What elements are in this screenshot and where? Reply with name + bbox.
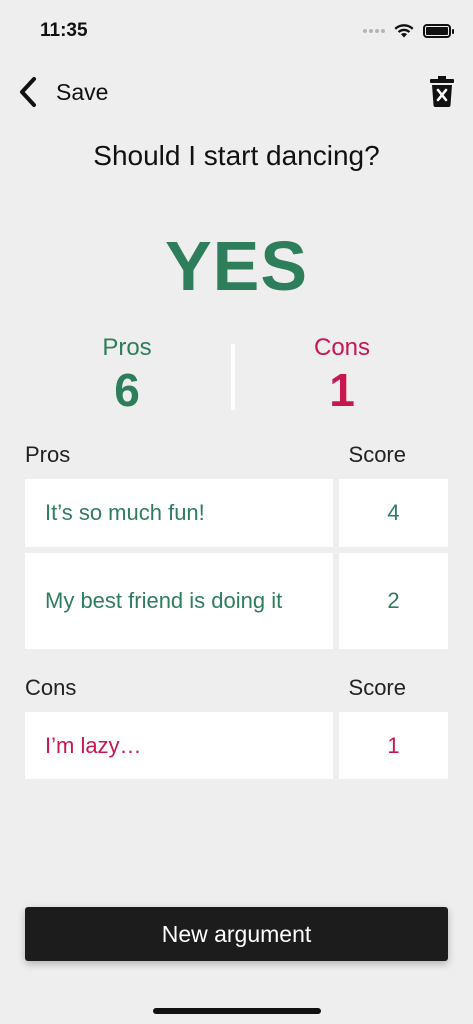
con-argument-text[interactable]: I’m lazy… <box>25 712 333 779</box>
verdict-text: YES <box>164 227 309 305</box>
chevron-left-icon <box>20 77 36 107</box>
pros-total: Pros 6 <box>47 334 207 416</box>
new-argument-button[interactable]: New argument <box>25 907 448 961</box>
pro-argument-text[interactable]: It’s so much fun! <box>25 479 333 547</box>
battery-icon <box>423 24 454 38</box>
pros-section-header: Pros Score <box>25 442 448 468</box>
totals-summary: Pros 6 Cons 1 <box>0 334 473 416</box>
trash-icon <box>430 76 454 107</box>
delete-button[interactable] <box>429 75 455 107</box>
wifi-icon <box>394 24 414 38</box>
back-label: Save <box>56 78 109 105</box>
cons-total-label: Cons <box>313 334 371 361</box>
cons-total: Cons 1 <box>262 334 422 416</box>
pro-argument-score[interactable]: 2 <box>339 553 448 649</box>
status-icons <box>363 20 454 42</box>
nav-bar: Save <box>0 70 473 114</box>
status-time: 11:35 <box>40 20 88 41</box>
back-button[interactable]: Save <box>18 74 108 110</box>
totals-divider <box>231 344 235 410</box>
cellular-icon <box>363 29 385 33</box>
pros-header-label: Pros <box>25 442 71 467</box>
pros-score-header: Score <box>348 442 406 467</box>
home-indicator[interactable] <box>153 1008 321 1014</box>
pros-total-value: 6 <box>114 364 140 416</box>
question-title: Should I start dancing? <box>93 140 380 171</box>
cons-total-value: 1 <box>329 364 355 416</box>
pro-argument-text[interactable]: My best friend is doing it <box>25 553 333 649</box>
pro-argument-score[interactable]: 4 <box>339 479 448 547</box>
con-argument-score[interactable]: 1 <box>339 712 448 779</box>
status-bar: 11:35 <box>0 0 473 60</box>
cons-score-header: Score <box>348 675 406 700</box>
pros-total-label: Pros <box>102 334 152 361</box>
cons-section-header: Cons Score <box>25 675 448 701</box>
con-row[interactable]: I’m lazy… 1 <box>25 712 448 779</box>
pro-row[interactable]: It’s so much fun! 4 <box>25 479 448 547</box>
pro-row[interactable]: My best friend is doing it 2 <box>25 553 448 649</box>
cons-header-label: Cons <box>25 675 77 700</box>
